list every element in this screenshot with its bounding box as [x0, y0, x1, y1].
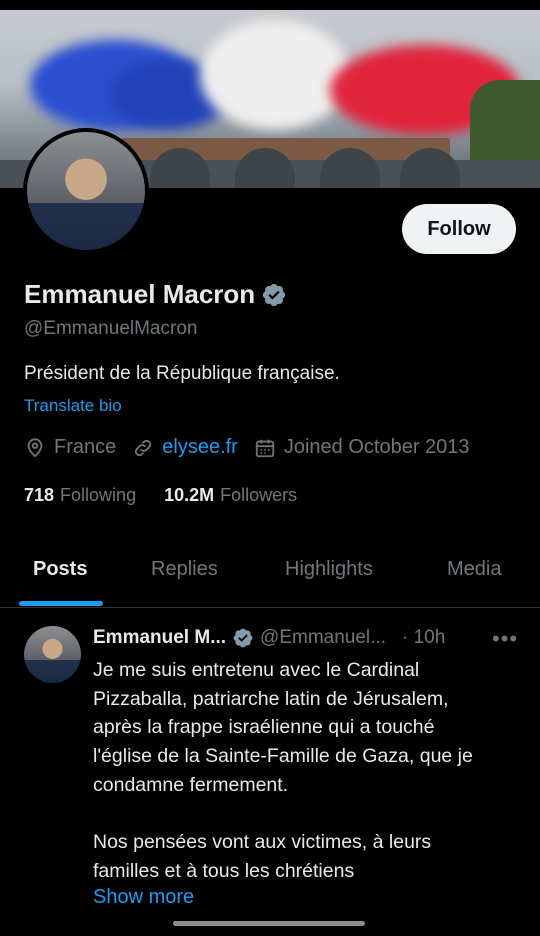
follow-button[interactable]: Follow: [402, 204, 516, 254]
verified-badge-icon[interactable]: [261, 282, 287, 308]
more-icon[interactable]: •••: [492, 626, 518, 652]
post-header: Emmanuel M... @Emmanuel... · 10h: [93, 627, 523, 649]
location-icon: [27, 437, 43, 457]
post-author-handle[interactable]: @Emmanuel...: [260, 627, 386, 649]
location-item: France: [24, 436, 116, 459]
followers-count: 10.2M: [164, 485, 215, 505]
verified-badge-icon: [233, 628, 253, 648]
white-smoke: [200, 20, 350, 130]
followers-label: Followers: [220, 485, 298, 505]
website-item[interactable]: elysee.fr: [132, 436, 238, 459]
tab-posts[interactable]: Posts: [33, 558, 87, 581]
joined-item: Joined October 2013: [254, 436, 470, 459]
profile-stats: 718 Following 10.2M Followers: [24, 485, 325, 506]
followers-stat[interactable]: 10.2M Followers: [164, 485, 297, 506]
post-avatar[interactable]: [24, 626, 81, 683]
profile-avatar[interactable]: [27, 132, 145, 250]
joined-text: Joined October 2013: [283, 436, 470, 458]
following-count: 718: [24, 485, 55, 505]
translate-bio-link[interactable]: Translate bio: [24, 396, 122, 416]
following-label: Following: [60, 485, 137, 505]
post-text: Je me suis entretenu avec le Cardinal Pi…: [93, 659, 473, 882]
post-item[interactable]: Emmanuel M... @Emmanuel... · 10h ••• Je …: [0, 608, 540, 936]
website-link[interactable]: elysee.fr: [162, 436, 238, 459]
active-tab-indicator: [19, 601, 103, 606]
profile-handle: @EmmanuelMacron: [24, 318, 198, 339]
link-icon: [135, 439, 152, 456]
tab-replies[interactable]: Replies: [151, 558, 218, 581]
following-stat[interactable]: 718 Following: [24, 485, 136, 506]
profile-name: Emmanuel Macron: [24, 279, 256, 309]
show-more-link[interactable]: Show more: [93, 886, 194, 909]
profile-tabs: Posts Replies Highlights Media: [0, 540, 540, 608]
post-timestamp[interactable]: · 10h: [402, 627, 445, 649]
calendar-icon: [255, 439, 275, 457]
tab-media[interactable]: Media: [447, 558, 501, 581]
tab-highlights[interactable]: Highlights: [285, 558, 373, 581]
profile-name-row: Emmanuel Macron: [24, 279, 287, 310]
profile-meta: France elysee.fr Joined October 2013: [24, 436, 486, 459]
profile-bio: Président de la République française.: [24, 363, 340, 384]
post-author-name[interactable]: Emmanuel M...: [93, 627, 226, 649]
location-text: France: [54, 436, 117, 458]
home-indicator[interactable]: [173, 921, 365, 926]
